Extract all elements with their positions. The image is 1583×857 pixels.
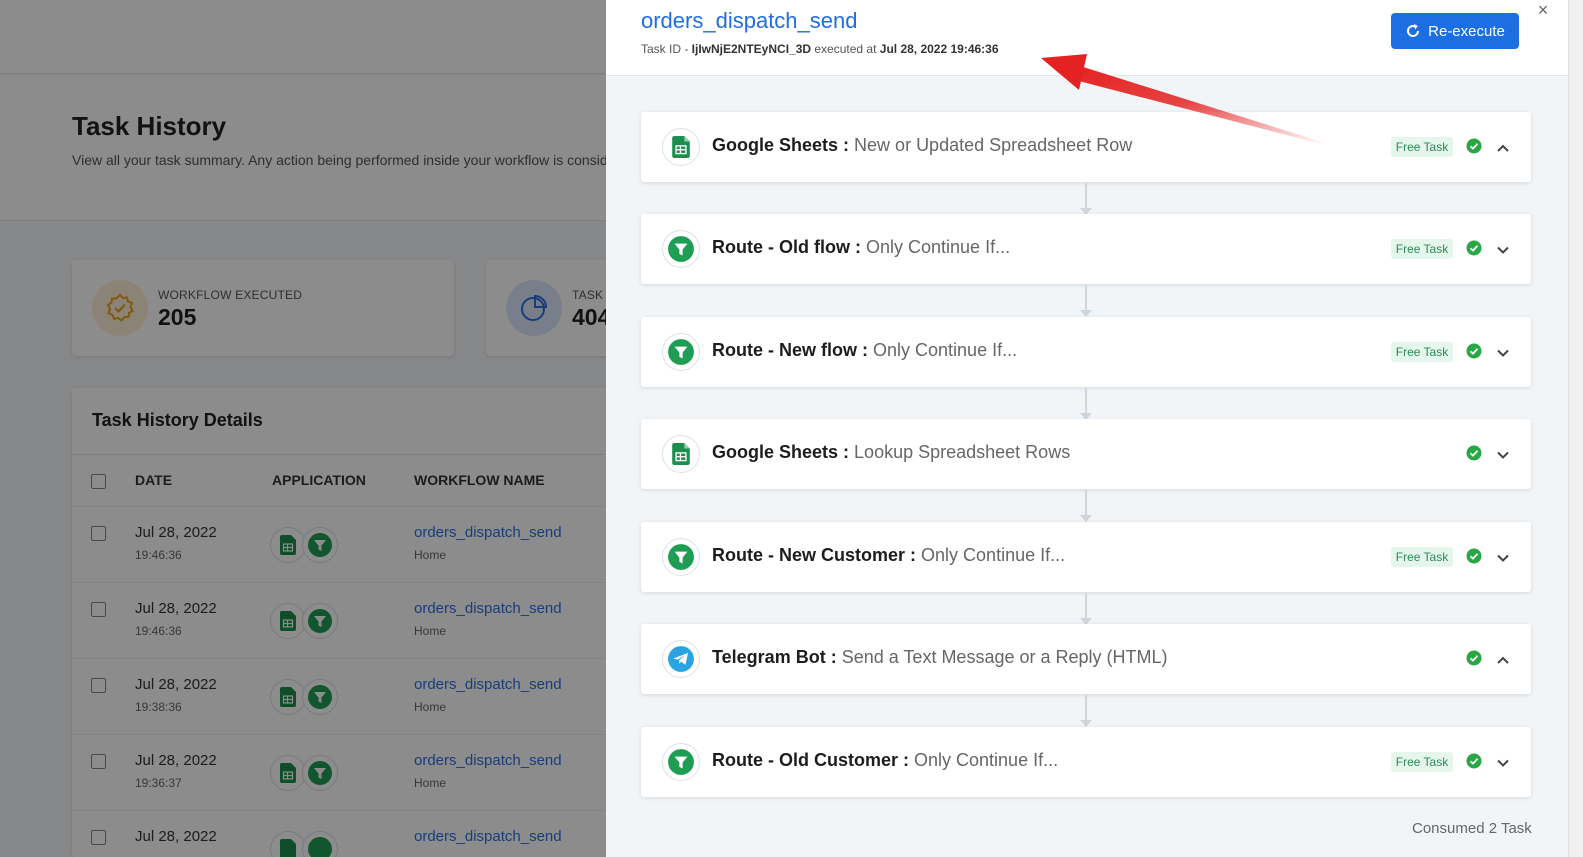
step-action-name: Only Continue If... (873, 340, 1018, 360)
step-title: Telegram Bot : Send a Text Message or a … (712, 647, 1168, 668)
chevron-up-icon[interactable] (1495, 652, 1511, 668)
re-execute-label: Re-execute (1428, 22, 1505, 40)
workflow-step[interactable]: Route - New flow : Only Continue If... F… (641, 317, 1531, 387)
step-app-name: Google Sheets : (712, 135, 850, 155)
task-id-label: Task ID - (641, 42, 692, 56)
step-title: Route - New flow : Only Continue If... (712, 340, 1017, 361)
check-circle-icon (1466, 548, 1482, 564)
step-action-name: New or Updated Spreadsheet Row (854, 135, 1133, 155)
chevron-down-icon[interactable] (1495, 755, 1511, 771)
workflow-step[interactable]: Route - Old flow : Only Continue If... F… (641, 214, 1531, 284)
task-detail-panel: orders_dispatch_send Task ID - IjIwNjE2N… (606, 0, 1568, 857)
close-icon[interactable]: × (1534, 1, 1552, 19)
step-connector (1080, 388, 1092, 420)
workflow-step[interactable]: Google Sheets : New or Updated Spreadshe… (641, 112, 1531, 182)
panel-header: orders_dispatch_send Task ID - IjIwNjE2N… (606, 0, 1568, 76)
step-app-name: Route - Old flow : (712, 237, 861, 257)
step-app-name: Route - New Customer : (712, 545, 917, 565)
filter-icon (662, 333, 700, 371)
executed-at: Jul 28, 2022 19:46:36 (879, 42, 999, 56)
step-app-name: Telegram Bot : (712, 647, 837, 667)
check-circle-icon (1466, 445, 1482, 461)
check-circle-icon (1466, 138, 1482, 154)
free-task-badge: Free Task (1391, 342, 1453, 362)
free-task-badge: Free Task (1391, 752, 1453, 772)
step-title: Google Sheets : Lookup Spreadsheet Rows (712, 442, 1070, 463)
check-circle-icon (1466, 650, 1482, 666)
step-connector (1080, 490, 1092, 522)
google-sheets-icon (662, 435, 700, 473)
refresh-icon (1407, 24, 1420, 37)
google-sheets-icon (662, 128, 700, 166)
filter-icon (662, 743, 700, 781)
check-circle-icon (1466, 343, 1482, 359)
workflow-step[interactable]: Google Sheets : Lookup Spreadsheet Rows (641, 419, 1531, 489)
step-title: Route - Old flow : Only Continue If... (712, 237, 1010, 258)
check-circle-icon (1466, 753, 1482, 769)
step-action-name: Send a Text Message or a Reply (HTML) (841, 647, 1168, 667)
step-action-name: Only Continue If... (866, 237, 1011, 257)
chevron-down-icon[interactable] (1495, 447, 1511, 463)
filter-icon (662, 538, 700, 576)
step-title: Route - New Customer : Only Continue If.… (712, 545, 1065, 566)
task-id: IjIwNjE2NTEyNCI_3D (691, 42, 812, 56)
chevron-down-icon[interactable] (1495, 550, 1511, 566)
window-edge (1568, 0, 1583, 857)
task-meta: Task ID - IjIwNjE2NTEyNCI_3D executed at… (641, 42, 999, 56)
chevron-down-icon[interactable] (1495, 345, 1511, 361)
step-connector (1080, 695, 1092, 727)
step-connector (1080, 285, 1092, 317)
step-app-name: Route - Old Customer : (712, 750, 909, 770)
chevron-up-icon[interactable] (1495, 140, 1511, 156)
step-connector (1080, 183, 1092, 215)
free-task-badge: Free Task (1391, 547, 1453, 567)
step-connector (1080, 593, 1092, 625)
step-title: Google Sheets : New or Updated Spreadshe… (712, 135, 1132, 156)
step-app-name: Route - New flow : (712, 340, 868, 360)
step-title: Route - Old Customer : Only Continue If.… (712, 750, 1058, 771)
filter-icon (662, 230, 700, 268)
step-app-name: Google Sheets : (712, 442, 850, 462)
workflow-step[interactable]: Route - Old Customer : Only Continue If.… (641, 727, 1531, 797)
chevron-down-icon[interactable] (1495, 242, 1511, 258)
free-task-badge: Free Task (1391, 239, 1453, 259)
step-action-name: Only Continue If... (921, 545, 1066, 565)
executed-label: executed at (811, 42, 880, 56)
workflow-step[interactable]: Telegram Bot : Send a Text Message or a … (641, 624, 1531, 694)
consumed-tasks: Consumed 2 Task (1412, 820, 1532, 837)
free-task-badge: Free Task (1391, 137, 1453, 157)
panel-title: orders_dispatch_send (641, 8, 858, 33)
step-action-name: Lookup Spreadsheet Rows (854, 442, 1071, 462)
check-circle-icon (1466, 240, 1482, 256)
telegram-icon (662, 640, 700, 678)
step-action-name: Only Continue If... (914, 750, 1059, 770)
workflow-step[interactable]: Route - New Customer : Only Continue If.… (641, 522, 1531, 592)
re-execute-button[interactable]: Re-execute (1391, 13, 1519, 49)
